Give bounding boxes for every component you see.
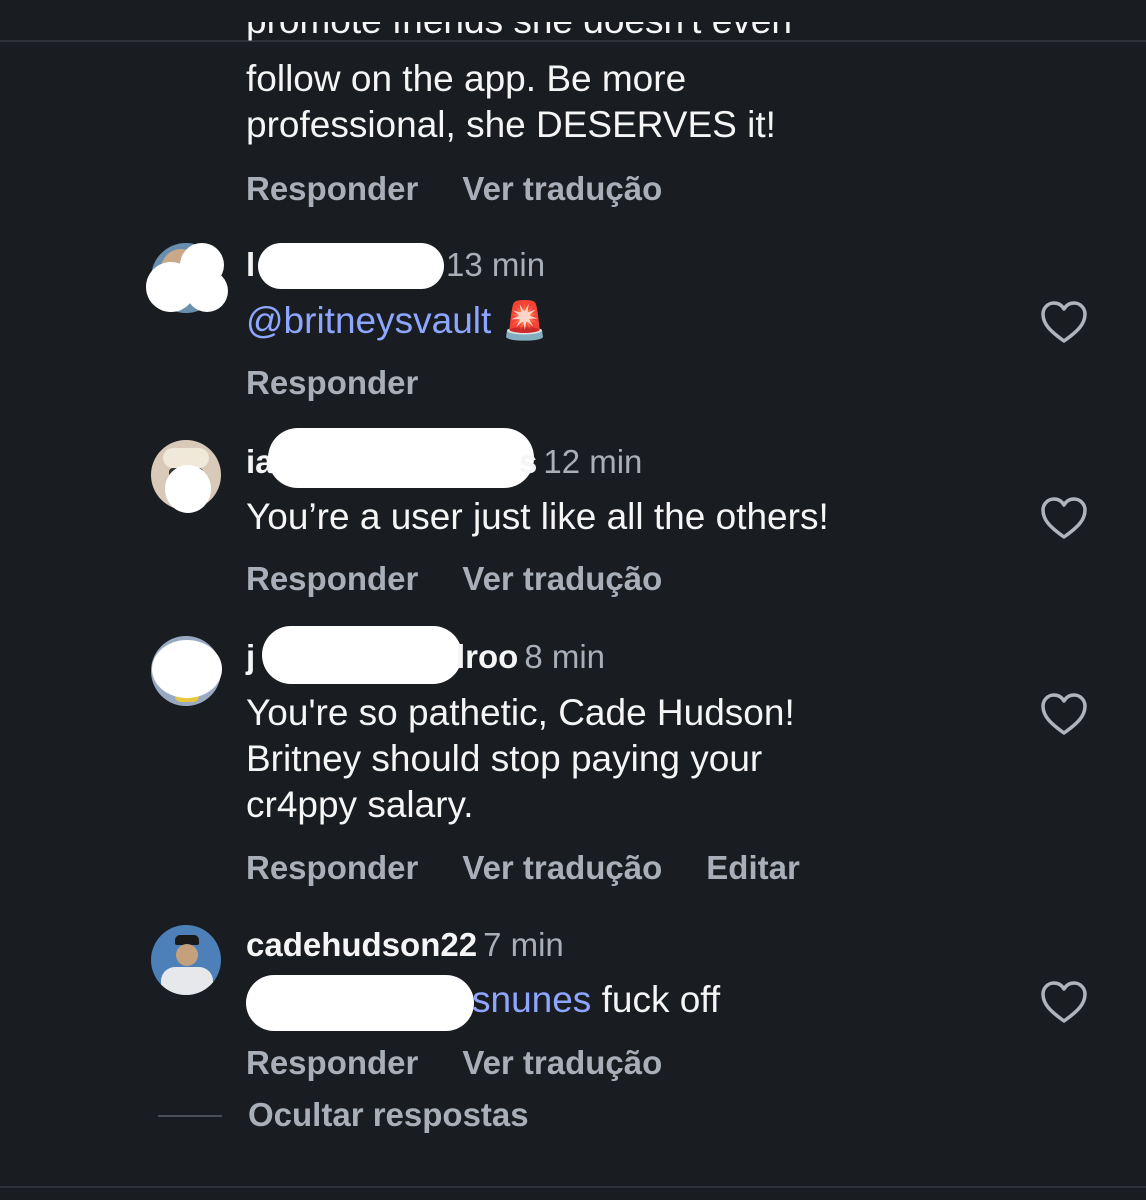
comment-text: snunes fuck off <box>472 977 720 1023</box>
comment-actions: Responder <box>246 364 462 402</box>
heart-icon[interactable] <box>1040 300 1088 344</box>
comment-text-line: cr4ppy salary. <box>246 784 474 825</box>
username[interactable]: l <box>246 246 255 283</box>
comment-text-line: Britney should stop paying your <box>246 738 763 779</box>
replies-divider-line <box>158 1115 222 1117</box>
username-end[interactable]: lroo <box>456 638 518 675</box>
redaction-mark <box>186 270 228 312</box>
comment-time: 7 min <box>483 926 564 963</box>
redaction-mark <box>165 465 211 513</box>
comment-text-line: You're so pathetic, Cade Hudson! <box>246 692 795 733</box>
username-end[interactable]: s <box>519 443 537 480</box>
comment-header: j <box>246 638 255 676</box>
redaction-mark <box>268 428 534 488</box>
redaction-mark <box>152 640 222 698</box>
translate-button[interactable]: Ver tradução <box>462 170 662 208</box>
comment-header-end: lroo 8 min <box>456 638 605 676</box>
reply-button[interactable]: Responder <box>246 364 418 402</box>
comment-actions: Responder Ver tradução <box>246 560 706 598</box>
reply-button[interactable]: Responder <box>246 170 418 208</box>
redaction-mark <box>262 626 462 684</box>
reply-button[interactable]: Responder <box>246 849 418 887</box>
translate-button[interactable]: Ver tradução <box>462 560 662 598</box>
comment-text: @britneysvault 🚨 <box>246 298 548 344</box>
comment-time: 8 min <box>524 638 606 675</box>
comment-text: You’re a user just like all the others! <box>246 496 829 537</box>
comment-header: l <box>246 246 255 284</box>
avatar[interactable] <box>151 925 221 995</box>
comment-actions: Responder Ver tradução <box>246 1044 706 1082</box>
comment-time: 13 min <box>446 246 546 283</box>
mention-link[interactable]: @britneysvault <box>246 300 491 341</box>
comment-header-end: s 12 min <box>519 443 642 481</box>
mention-link[interactable]: snunes <box>472 979 591 1020</box>
redaction-mark <box>258 243 444 289</box>
reply-button[interactable]: Responder <box>246 560 418 598</box>
siren-emoji: 🚨 <box>501 300 548 341</box>
reply-button[interactable]: Responder <box>246 1044 418 1082</box>
comment-text-line: professional, she DESERVES it! <box>246 104 776 145</box>
redaction-mark <box>246 975 474 1031</box>
comment-actions: Responder Ver tradução Editar <box>246 849 844 887</box>
username[interactable]: cadehudson22 <box>246 926 477 963</box>
heart-icon[interactable] <box>1040 496 1088 540</box>
bottom-divider <box>0 1186 1146 1188</box>
hide-replies-button[interactable]: Ocultar respostas <box>248 1096 529 1134</box>
comment-time: 12 min <box>543 443 643 480</box>
heart-icon[interactable] <box>1040 692 1088 736</box>
comment-time-wrap: 13 min <box>446 246 545 284</box>
comment-header: cadehudson22 7 min <box>246 926 564 964</box>
heart-icon[interactable] <box>1040 980 1088 1024</box>
translate-button[interactable]: Ver tradução <box>462 849 662 887</box>
username[interactable]: j <box>246 638 255 675</box>
cut-off-comment-line: promote friends she doesn't even <box>246 22 906 44</box>
comment-actions: Responder Ver tradução <box>246 170 706 208</box>
edit-button[interactable]: Editar <box>706 849 800 887</box>
comment-text-line: follow on the app. Be more <box>246 58 687 99</box>
translate-button[interactable]: Ver tradução <box>462 1044 662 1082</box>
comment-text-content: fuck off <box>591 979 721 1020</box>
